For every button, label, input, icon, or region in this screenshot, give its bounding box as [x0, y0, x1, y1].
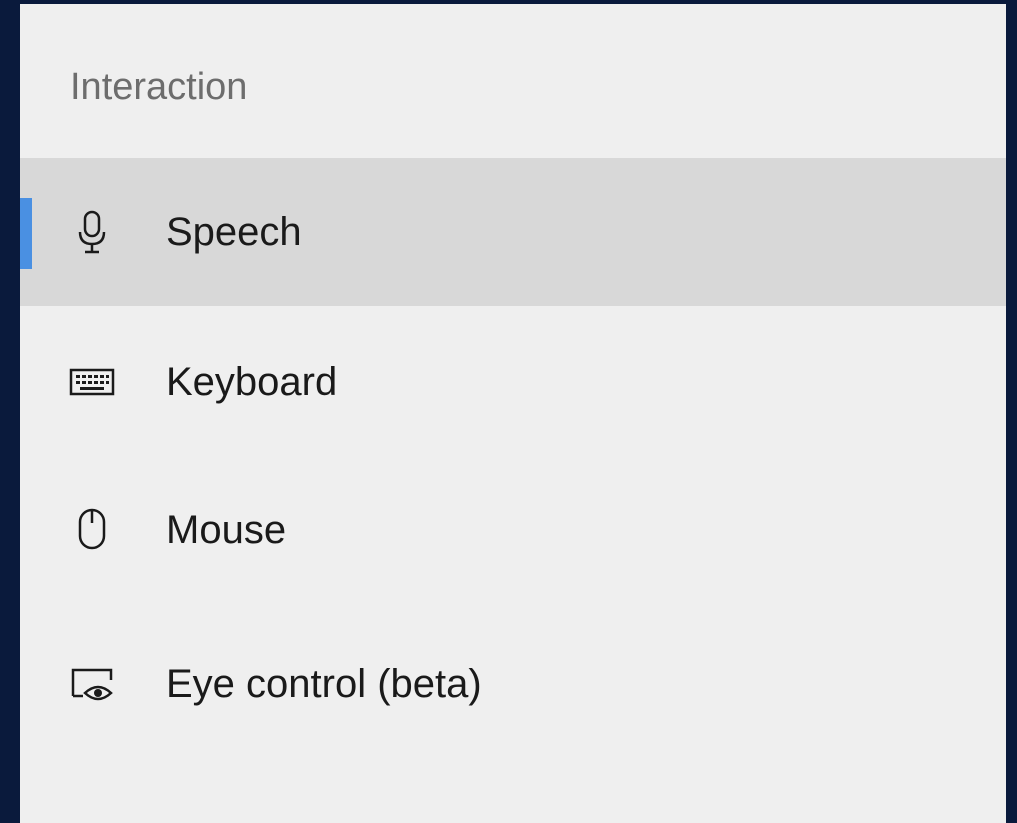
nav-item-label: Speech [166, 210, 302, 254]
nav-item-label: Keyboard [166, 360, 338, 404]
nav-item-speech[interactable]: Speech [20, 158, 1006, 306]
keyboard-icon [68, 358, 116, 406]
nav-item-keyboard[interactable]: Keyboard [20, 308, 1006, 456]
window-frame: Interaction Speech Keyboard Mouse Eye co… [0, 0, 1017, 823]
selection-accent-bar [20, 198, 32, 269]
microphone-icon [68, 208, 116, 256]
mouse-icon [68, 506, 116, 554]
nav-item-label: Eye control (beta) [166, 662, 482, 706]
nav-item-label: Mouse [166, 508, 287, 552]
nav-item-eye-control[interactable]: Eye control (beta) [20, 610, 1006, 758]
nav-item-mouse[interactable]: Mouse [20, 456, 1006, 604]
section-header: Interaction [70, 66, 248, 108]
eye-control-icon [68, 660, 116, 708]
settings-nav-panel: Interaction Speech Keyboard Mouse Eye co… [20, 4, 1006, 823]
